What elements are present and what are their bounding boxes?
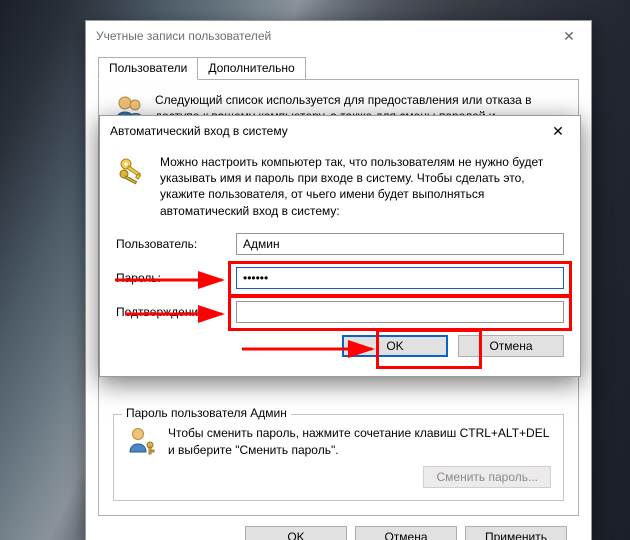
- autologon-dialog: Автоматический вход в систему ✕ Можно на…: [99, 115, 581, 377]
- password-row: Пароль:: [116, 267, 564, 289]
- window-title: Учетные записи пользователей: [96, 29, 547, 43]
- back-dialog-buttons: OK Отмена Применить: [98, 516, 579, 540]
- password-label: Пароль:: [116, 271, 236, 285]
- tab-users[interactable]: Пользователи: [98, 57, 198, 80]
- password-group-title: Пароль пользователя Админ: [122, 406, 291, 420]
- password-input[interactable]: [236, 267, 564, 289]
- ok-button-back[interactable]: OK: [245, 526, 347, 540]
- titlebar-back: Учетные записи пользователей ✕: [86, 21, 591, 51]
- apply-button-back[interactable]: Применить: [465, 526, 567, 540]
- ok-button[interactable]: OK: [342, 335, 448, 357]
- close-icon[interactable]: ✕: [547, 21, 591, 51]
- confirm-label: Подтверждение:: [116, 305, 236, 319]
- user-row: Пользователь:: [116, 233, 564, 255]
- password-groupbox: Пароль пользователя Админ Чтобы смен: [113, 414, 564, 500]
- change-password-button: Сменить пароль...: [423, 466, 551, 488]
- confirm-input[interactable]: [236, 301, 564, 323]
- dialog-title: Автоматический вход в систему: [110, 124, 536, 138]
- front-dialog-buttons: OK Отмена: [116, 335, 564, 357]
- cancel-button[interactable]: Отмена: [458, 335, 564, 357]
- autologon-intro: Можно настроить компьютер так, что польз…: [160, 154, 564, 219]
- cancel-button-back[interactable]: Отмена: [355, 526, 457, 540]
- user-input[interactable]: [236, 233, 564, 255]
- tabs: Пользователи Дополнительно: [98, 57, 579, 80]
- tab-additional[interactable]: Дополнительно: [197, 57, 305, 80]
- titlebar-front: Автоматический вход в систему ✕: [100, 116, 580, 146]
- user-label: Пользователь:: [116, 237, 236, 251]
- close-icon[interactable]: ✕: [536, 116, 580, 146]
- confirm-row: Подтверждение:: [116, 301, 564, 323]
- user-key-icon: [126, 425, 158, 457]
- password-hint-text: Чтобы сменить пароль, нажмите сочетание …: [168, 425, 551, 457]
- desktop-background: Учетные записи пользователей ✕ Пользоват…: [0, 0, 630, 540]
- keys-icon: [116, 154, 148, 186]
